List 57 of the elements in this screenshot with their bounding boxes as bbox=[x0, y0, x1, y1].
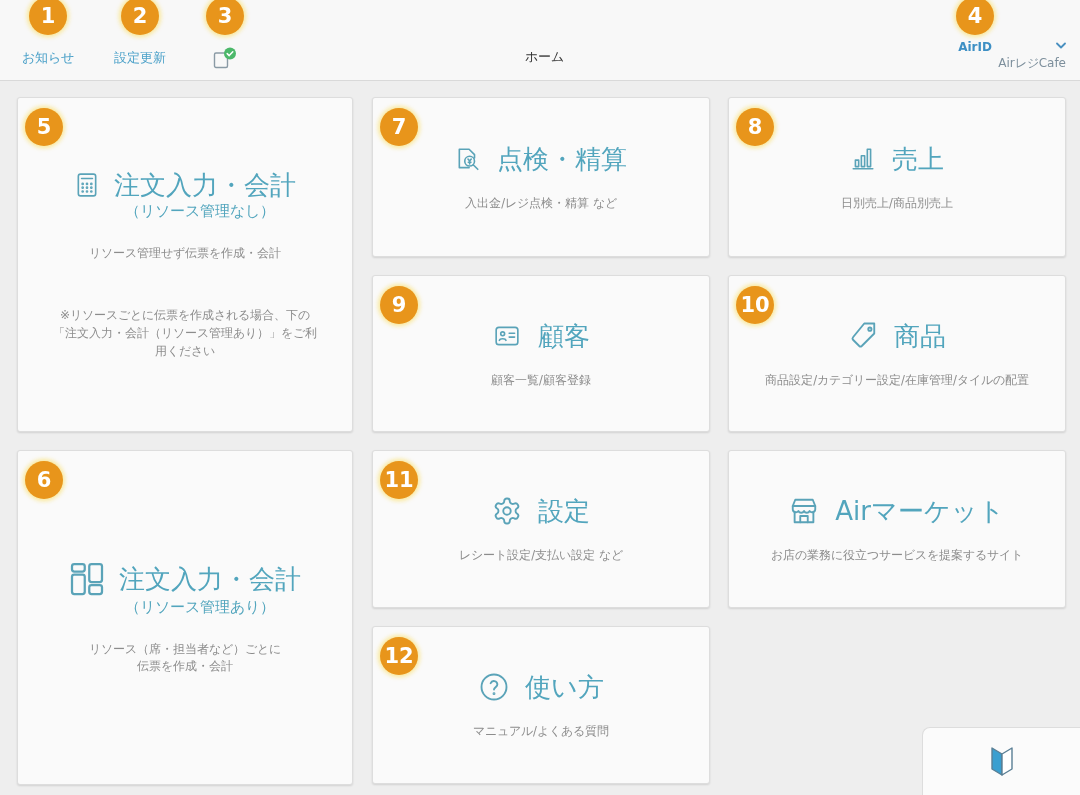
settings-icon bbox=[492, 496, 522, 526]
chevron-down-icon[interactable] bbox=[1056, 42, 1066, 49]
page-title: ホーム bbox=[524, 48, 564, 66]
header-link[interactable]: お知らせ bbox=[22, 49, 74, 67]
tile-title: 注文入力・会計 bbox=[119, 562, 301, 595]
callout-number: 12 bbox=[380, 637, 418, 675]
tile-description: マニュアル/よくある質問 bbox=[473, 723, 609, 739]
menu-tile[interactable]: 5 注文入力・会計 （リソース管理なし） リソース管理せず伝票を作成・会計 ※リソースごとに伝票を作成される場合、下の「注文入力・会計（リソース管理あり）」をご利用ください bbox=[17, 97, 353, 432]
tile-description: リソース（席・担当者など）ごとに伝票を作成・会計 bbox=[88, 640, 282, 675]
help-icon bbox=[478, 672, 509, 702]
beginner-mark-icon bbox=[989, 745, 1014, 777]
tile-description: お店の業務に役立つサービスを提案するサイト bbox=[771, 547, 1023, 563]
tile-description: 商品設定/カテゴリー設定/在庫管理/タイルの配置 bbox=[765, 371, 1029, 388]
callout-number: 9 bbox=[380, 286, 418, 324]
menu-tile[interactable]: 8 売上 日別売上/商品別売上 bbox=[728, 97, 1066, 257]
tag-icon bbox=[848, 320, 878, 351]
callout-number: 1 bbox=[29, 0, 67, 35]
tile-title: 使い方 bbox=[524, 671, 604, 703]
menu-tile[interactable]: 7 点検・精算 入出金/レジ点検・精算 など bbox=[372, 97, 710, 257]
callout-number: 6 bbox=[25, 461, 63, 499]
tile-description: 日別売上/商品別売上 bbox=[841, 195, 953, 211]
tile-title: 売上 bbox=[892, 143, 944, 175]
tile-title: 設定 bbox=[538, 495, 590, 527]
guide-button[interactable] bbox=[922, 727, 1080, 795]
tile-title: 商品 bbox=[894, 319, 946, 352]
menu-tile[interactable]: 11 設定 レシート設定/支払い設定 など bbox=[372, 450, 710, 608]
menu-tile[interactable]: Airマーケット お店の業務に役立つサービスを提案するサイト bbox=[728, 450, 1066, 608]
callout-number: 7 bbox=[380, 108, 418, 146]
header-link[interactable]: 設定更新 bbox=[114, 49, 166, 67]
tile-description: 入出金/レジ点検・精算 など bbox=[465, 195, 617, 211]
store-name: AirレジCafe bbox=[998, 56, 1066, 71]
tile-description: リソース管理せず伝票を作成・会計 bbox=[89, 245, 281, 262]
sync-status-button[interactable] bbox=[213, 47, 237, 69]
menu-tile[interactable]: 9 顧客 顧客一覧/顧客登録 bbox=[372, 275, 710, 432]
tile-title: 顧客 bbox=[538, 319, 590, 352]
tile-title: 注文入力・会計 bbox=[114, 169, 296, 201]
callout-number: 11 bbox=[380, 461, 418, 499]
callout-number: 2 bbox=[121, 0, 159, 35]
callout-number: 8 bbox=[736, 108, 774, 146]
tile-title: 点検・精算 bbox=[497, 143, 627, 175]
callout-number: 4 bbox=[956, 0, 994, 35]
tile-title: Airマーケット bbox=[835, 495, 1005, 527]
callout-number: 10 bbox=[736, 286, 774, 324]
tablet-check-icon bbox=[213, 47, 237, 69]
tile-description: レシート設定/支払い設定 など bbox=[459, 547, 623, 563]
tile-description: 顧客一覧/顧客登録 bbox=[491, 371, 591, 388]
grid-icon bbox=[69, 560, 105, 597]
tile-subtitle: （リソース管理あり） bbox=[125, 596, 275, 617]
tile-subtitle: （リソース管理なし） bbox=[125, 201, 275, 221]
callout-number: 5 bbox=[25, 108, 63, 146]
menu-tile[interactable]: 12 使い方 マニュアル/よくある質問 bbox=[372, 626, 710, 784]
tile-note: ※リソースごとに伝票を作成される場合、下の「注文入力・会計（リソース管理あり）」をご利用ください bbox=[53, 307, 317, 360]
menu-tile[interactable]: 10 商品 商品設定/カテゴリー設定/在庫管理/タイルの配置 bbox=[728, 275, 1066, 432]
menu-tile[interactable]: 6 注文入力・会計 （リソース管理あり） リソース（席・担当者など）ごとに伝票を作成・会計 bbox=[17, 450, 353, 785]
callout-number: 3 bbox=[206, 0, 244, 35]
bar-chart-icon bbox=[850, 146, 876, 172]
account-menu[interactable]: AirID bbox=[958, 40, 992, 54]
